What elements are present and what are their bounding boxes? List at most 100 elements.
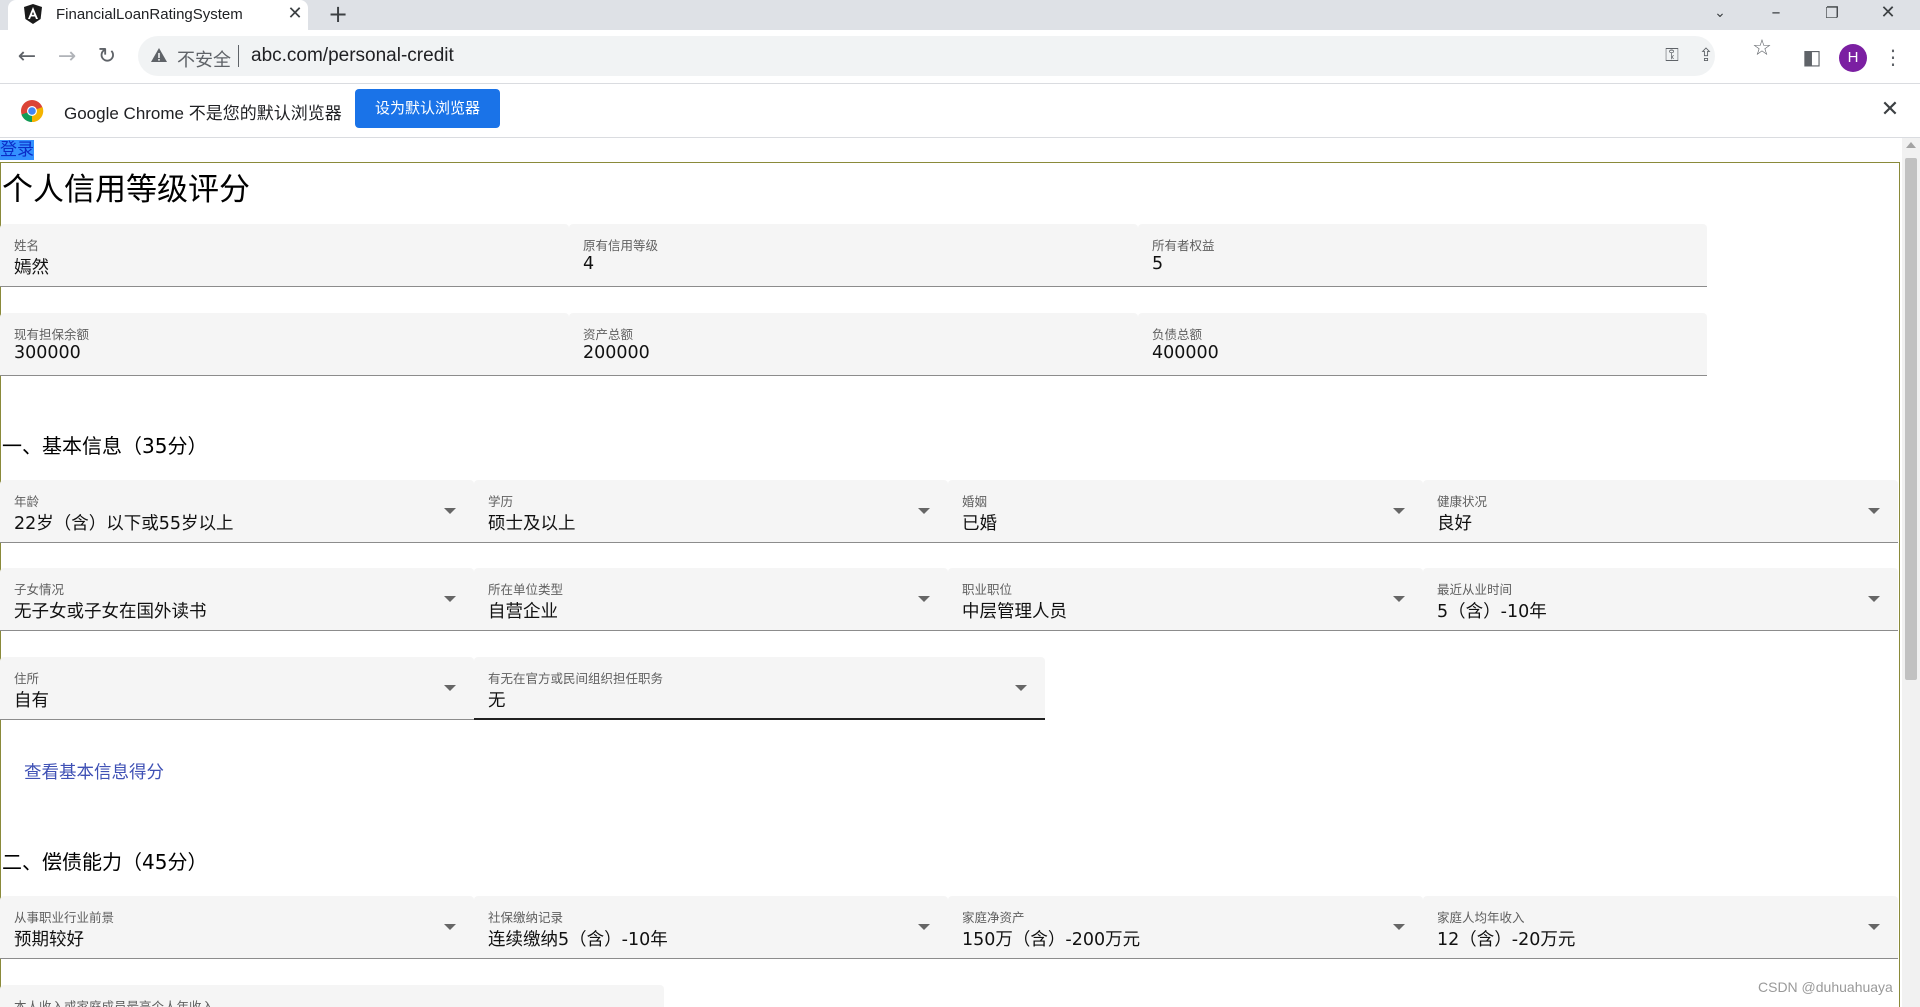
page-viewport: 登录 个人信用等级评分 姓名 嫣然 原有信用等级 4 所有者权益 5 现有担保余… xyxy=(0,138,1902,1007)
personal-income-select[interactable]: 本人收入或家庭成员最高个人年收入 xyxy=(0,985,664,1007)
field-label: 资产总额 xyxy=(583,327,634,342)
share-icon[interactable]: ⇪ xyxy=(1695,45,1717,67)
url-separator xyxy=(238,45,239,67)
health-select[interactable]: 健康状况 良好 xyxy=(1423,480,1898,543)
field-value: 5 xyxy=(1152,254,1164,274)
field-label: 子女情况 xyxy=(14,582,65,597)
scroll-thumb[interactable] xyxy=(1905,158,1917,680)
scroll-up-arrow-icon[interactable] xyxy=(1906,142,1916,148)
field-label: 健康状况 xyxy=(1437,494,1488,509)
field-label: 现有担保余额 xyxy=(14,327,90,342)
family-income-select[interactable]: 家庭人均年收入 12（含）-20万元 xyxy=(1423,896,1898,959)
field-label: 负债总额 xyxy=(1152,327,1203,342)
dropdown-arrow-icon xyxy=(918,596,930,602)
dropdown-arrow-icon xyxy=(444,596,456,602)
field-label: 社保缴纳记录 xyxy=(488,910,564,925)
minimize-icon[interactable]: – xyxy=(1754,0,1798,26)
employer-type-select[interactable]: 所在单位类型 自营企业 xyxy=(474,568,948,631)
restore-icon[interactable]: ❐ xyxy=(1810,0,1854,26)
dropdown-arrow-icon xyxy=(918,508,930,514)
dropdown-arrow-icon xyxy=(1393,596,1405,602)
browser-tab[interactable]: FinancialLoanRatingSystem ✕ xyxy=(8,0,308,30)
reload-icon[interactable]: ↻ xyxy=(92,42,122,72)
dropdown-arrow-icon xyxy=(1393,924,1405,930)
organization-role-select[interactable]: 有无在官方或民间组织担任职务 无 xyxy=(474,657,1045,720)
field-label: 职业职位 xyxy=(962,582,1013,597)
field-value: 无子女或子女在国外读书 xyxy=(14,602,207,622)
recent-employment-select[interactable]: 最近从业时间 5（含）-10年 xyxy=(1423,568,1898,631)
warning-icon xyxy=(151,48,167,62)
side-panel-icon[interactable]: ◧ xyxy=(1799,44,1825,70)
field-value: 200000 xyxy=(583,343,650,363)
tab-title: FinancialLoanRatingSystem xyxy=(56,6,243,23)
dropdown-arrow-icon xyxy=(1015,685,1027,691)
marriage-select[interactable]: 婚姻 已婚 xyxy=(948,480,1423,543)
tab-search-icon[interactable]: ⌄ xyxy=(1698,0,1742,26)
field-value: 自营企业 xyxy=(488,602,558,622)
address-bar[interactable]: 不安全 abc.com/personal-credit ⚿ ⇪ xyxy=(138,36,1715,76)
forward-icon[interactable]: → xyxy=(52,42,82,72)
key-icon[interactable]: ⚿ xyxy=(1661,45,1683,67)
field-value: 连续缴纳5（含）-10年 xyxy=(488,930,668,950)
back-icon[interactable]: ← xyxy=(12,42,42,72)
tab-strip: FinancialLoanRatingSystem ✕ + ⌄ – ❐ ✕ xyxy=(0,0,1920,30)
field-value: 12（含）-20万元 xyxy=(1437,930,1576,950)
section-title-repayment: 二、偿债能力（45分） xyxy=(2,850,208,874)
page-scrollbar[interactable] xyxy=(1902,138,1920,1007)
field-label: 所在单位类型 xyxy=(488,582,564,597)
residence-select[interactable]: 住所 自有 xyxy=(0,657,474,720)
field-value: 自有 xyxy=(14,691,49,711)
field-value: 嫣然 xyxy=(14,258,49,278)
field-value: 硕士及以上 xyxy=(488,514,576,534)
name-field[interactable]: 姓名 嫣然 xyxy=(0,224,569,287)
browser-toolbar: ← → ↻ 不安全 abc.com/personal-credit ⚿ ⇪ ☆ … xyxy=(0,30,1920,84)
field-label: 最近从业时间 xyxy=(1437,582,1513,597)
job-position-select[interactable]: 职业职位 中层管理人员 xyxy=(948,568,1423,631)
family-net-assets-select[interactable]: 家庭净资产 150万（含）-200万元 xyxy=(948,896,1423,959)
field-label: 家庭净资产 xyxy=(962,910,1025,925)
industry-outlook-select[interactable]: 从事职业行业前景 预期较好 xyxy=(0,896,474,959)
window-close-icon[interactable]: ✕ xyxy=(1866,0,1910,26)
dropdown-arrow-icon xyxy=(1393,508,1405,514)
new-tab-icon[interactable]: + xyxy=(325,2,351,28)
original-credit-level-field[interactable]: 原有信用等级 4 xyxy=(569,224,1138,287)
close-icon[interactable]: ✕ xyxy=(1878,98,1902,122)
chrome-icon xyxy=(21,100,44,123)
bookmark-star-icon[interactable]: ☆ xyxy=(1749,36,1775,62)
field-label: 姓名 xyxy=(14,238,40,253)
field-value: 150万（含）-200万元 xyxy=(962,930,1141,950)
field-label: 从事职业行业前景 xyxy=(14,910,115,925)
section-title-basic-info: 一、基本信息（35分） xyxy=(2,434,208,458)
children-select[interactable]: 子女情况 无子女或子女在国外读书 xyxy=(0,568,474,631)
dropdown-arrow-icon xyxy=(444,508,456,514)
guarantee-balance-field[interactable]: 现有担保余额 300000 xyxy=(0,313,569,376)
total-liabilities-field[interactable]: 负债总额 400000 xyxy=(1138,313,1707,376)
field-value: 中层管理人员 xyxy=(962,602,1067,622)
page-title: 个人信用等级评分 xyxy=(2,172,250,208)
field-value: 400000 xyxy=(1152,343,1219,363)
dropdown-arrow-icon xyxy=(1868,508,1880,514)
education-select[interactable]: 学历 硕士及以上 xyxy=(474,480,948,543)
dropdown-arrow-icon xyxy=(1868,596,1880,602)
field-value: 4 xyxy=(583,254,595,274)
more-menu-icon[interactable]: ⋮ xyxy=(1880,44,1906,70)
age-select[interactable]: 年龄 22岁（含）以下或55岁以上 xyxy=(0,480,474,543)
dropdown-arrow-icon xyxy=(444,924,456,930)
close-icon[interactable]: ✕ xyxy=(284,3,306,25)
owner-equity-field[interactable]: 所有者权益 5 xyxy=(1138,224,1707,287)
login-link[interactable]: 登录 xyxy=(0,140,34,160)
set-default-browser-button[interactable]: 设为默认浏览器 xyxy=(355,89,500,128)
dropdown-arrow-icon xyxy=(1868,924,1880,930)
field-value: 预期较好 xyxy=(14,930,84,950)
total-assets-field[interactable]: 资产总额 200000 xyxy=(569,313,1138,376)
field-value: 无 xyxy=(488,691,506,711)
social-security-select[interactable]: 社保缴纳记录 连续缴纳5（含）-10年 xyxy=(474,896,948,959)
dropdown-arrow-icon xyxy=(918,924,930,930)
insecure-label: 不安全 xyxy=(177,50,231,70)
field-label: 婚姻 xyxy=(962,494,988,509)
url-text[interactable]: abc.com/personal-credit xyxy=(251,45,454,67)
field-label: 住所 xyxy=(14,671,40,686)
field-value: 300000 xyxy=(14,343,81,363)
avatar[interactable]: H xyxy=(1839,44,1867,72)
view-basic-score-button[interactable]: 查看基本信息得分 xyxy=(24,759,164,784)
